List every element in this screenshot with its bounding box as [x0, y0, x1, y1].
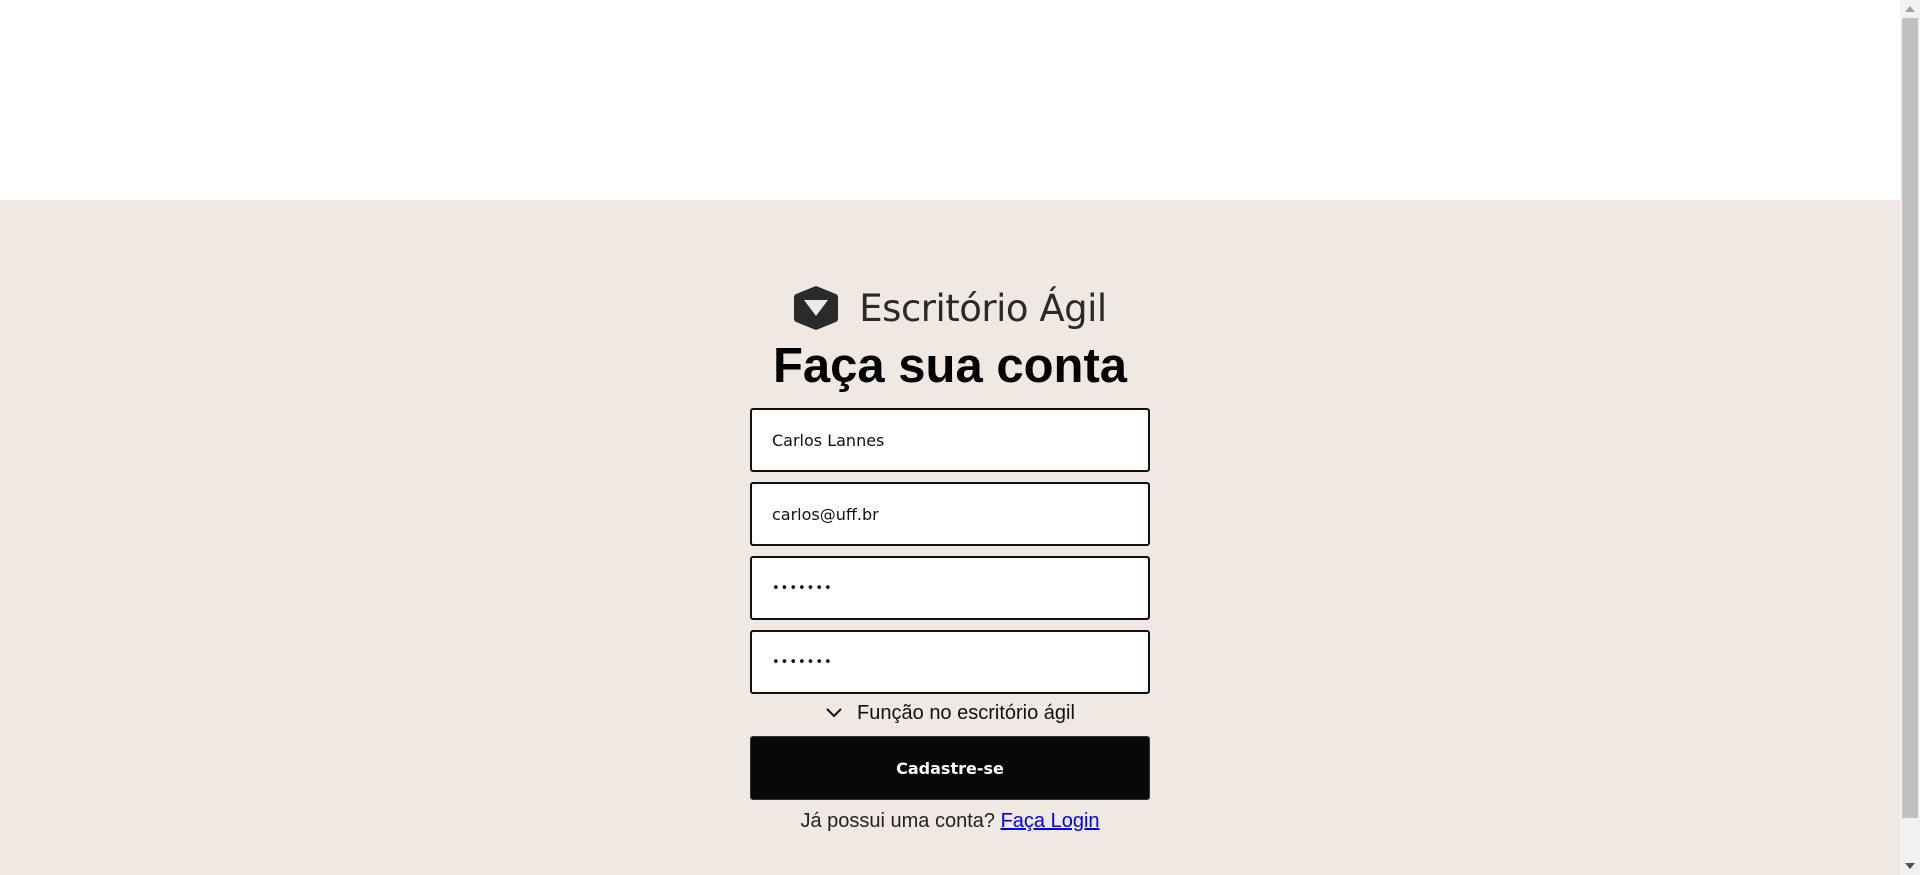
password-field[interactable] — [750, 556, 1150, 620]
brand-name: Escritório Ágil — [859, 286, 1107, 330]
page-title: Faça sua conta — [772, 339, 1128, 393]
scroll-down-arrow-icon[interactable] — [1905, 863, 1915, 869]
top-blank-area — [0, 0, 1900, 200]
page: Escritório Ágil Faça sua conta Função no… — [0, 0, 1920, 875]
signup-button[interactable]: Cadastre-se — [750, 736, 1150, 800]
confirm-password-field[interactable] — [750, 630, 1150, 694]
role-dropdown-label: Função no escritório ágil — [857, 701, 1075, 724]
chevron-down-icon — [826, 708, 842, 718]
login-link[interactable]: Faça Login — [1001, 810, 1100, 832]
login-prompt: Já possui uma conta? Faça Login — [750, 810, 1150, 833]
shield-chevron-logo-icon — [794, 286, 839, 330]
scrollbar-thumb[interactable] — [1902, 18, 1918, 818]
name-field[interactable] — [750, 408, 1150, 472]
brand-logo: Escritório Ágil — [750, 284, 1150, 332]
vertical-scrollbar[interactable] — [1900, 0, 1920, 875]
role-dropdown[interactable]: Função no escritório ágil — [750, 700, 1150, 726]
signup-form: Escritório Ágil Faça sua conta Função no… — [750, 284, 1150, 833]
login-prompt-text: Já possui uma conta? — [800, 810, 996, 832]
email-field[interactable] — [750, 482, 1150, 546]
scroll-up-arrow-icon[interactable] — [1905, 6, 1915, 12]
